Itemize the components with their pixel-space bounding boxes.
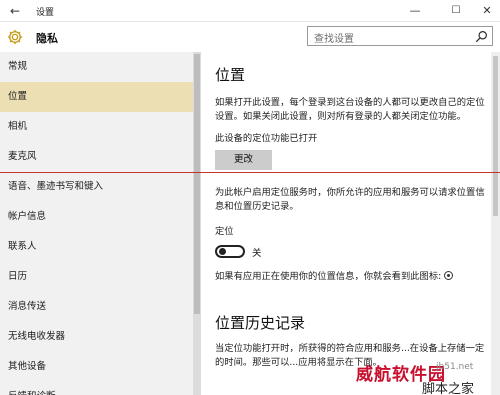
sidebar-item-general[interactable]: 常规 <box>0 52 193 82</box>
gear-icon <box>7 29 23 45</box>
watermark-subtitle: 脚本之家 <box>422 382 475 395</box>
sidebar-item-messaging[interactable]: 消息传送 <box>0 292 193 322</box>
sidebar-item-account-info[interactable]: 帐户信息 <box>0 202 193 232</box>
annotation-divider-line <box>0 172 500 173</box>
content-scrollbar[interactable] <box>491 52 500 395</box>
location-toggle-label: 定位 <box>215 226 234 237</box>
sidebar-scrollbar[interactable] <box>193 52 201 395</box>
location-settings-panel: 位置 如果打开此设置，每个登录到这台设备的人都可以更改自己的定位设置。如果关闭此… <box>201 52 491 395</box>
device-location-status: 此设备的定位功能已打开 <box>215 133 318 144</box>
sidebar-item-feedback-diagnostics[interactable]: 反馈和诊断 <box>0 382 193 395</box>
sidebar-item-microphone[interactable]: 麦克风 <box>0 142 193 172</box>
search-icon[interactable] <box>475 30 488 43</box>
location-intro-text: 如果打开此设置，每个登录到这台设备的人都可以更改自己的定位设置。如果关闭此设置，… <box>215 97 485 122</box>
title-bar: ← 设置 — ☐ ✕ <box>0 0 500 22</box>
location-heading: 位置 <box>215 66 246 84</box>
maximize-button[interactable]: ☐ <box>443 2 469 20</box>
toggle-knob <box>219 248 226 255</box>
sidebar-item-calendar[interactable]: 日历 <box>0 262 193 292</box>
watermark-site: jb51.net <box>436 362 474 372</box>
sidebar-item-camera[interactable]: 相机 <box>0 112 193 142</box>
sidebar: 常规 位置 相机 麦克风 语音、墨迹书写和键入 帐户信息 联系人 日历 消息传送… <box>0 52 193 395</box>
location-pin-icon <box>444 271 454 280</box>
usage-note-text: 如果有应用正在使用你的位置信息，你就会看到此图标: <box>215 271 442 282</box>
location-service-note: 为此帐户启用定位服务时，你所允许的应用和服务可以请求位置信息和位置历史记录。 <box>215 187 485 212</box>
window-title: 设置 <box>36 8 55 18</box>
page-title: 隐私 <box>36 32 58 45</box>
back-button[interactable]: ← <box>6 2 24 20</box>
content-scrollbar-thumb[interactable] <box>493 56 498 216</box>
sidebar-item-location[interactable]: 位置 <box>0 82 193 112</box>
location-history-heading: 位置历史记录 <box>215 314 306 332</box>
search-input[interactable]: 查找设置 <box>307 26 493 46</box>
close-button[interactable]: ✕ <box>474 2 500 20</box>
sidebar-item-contacts[interactable]: 联系人 <box>0 232 193 262</box>
sidebar-item-radios[interactable]: 无线电收发器 <box>0 322 193 352</box>
location-usage-note: 如果有应用正在使用你的位置信息，你就会看到此图标: <box>215 270 485 284</box>
change-button[interactable]: 更改 <box>215 150 272 170</box>
sidebar-scrollbar-thumb[interactable] <box>194 54 200 314</box>
sidebar-item-other-devices[interactable]: 其他设备 <box>0 352 193 382</box>
sidebar-item-speech-inking-typing[interactable]: 语音、墨迹书写和键入 <box>0 172 193 202</box>
search-placeholder: 查找设置 <box>314 34 354 45</box>
toggle-state-text: 关 <box>252 248 262 259</box>
settings-header: 隐私 查找设置 <box>0 22 500 52</box>
location-toggle[interactable] <box>215 245 245 258</box>
minimize-button[interactable]: — <box>402 2 428 20</box>
watermark: 威航软件园 jb51.net 脚本之家 <box>352 358 500 395</box>
